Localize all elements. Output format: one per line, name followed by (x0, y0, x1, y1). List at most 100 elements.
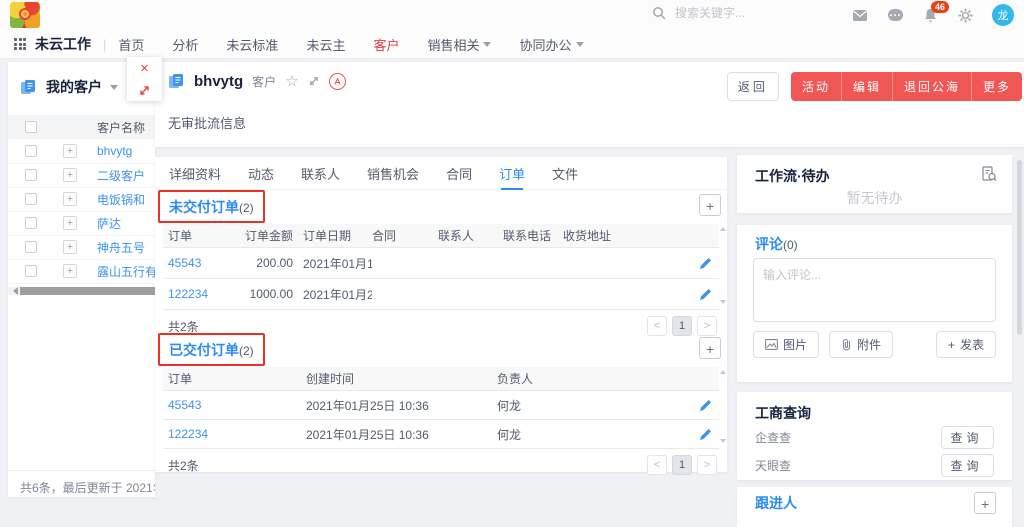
page-scrollbar[interactable] (1017, 160, 1022, 335)
expand-plus-icon[interactable]: + (63, 240, 77, 254)
customer-row[interactable]: + 二级客户 (8, 163, 155, 188)
nav-item-main[interactable]: 未云主 (306, 35, 345, 54)
nav-item-home[interactable]: 首页 (118, 35, 144, 54)
table-scrollbar[interactable] (719, 367, 726, 446)
workspace-title[interactable]: 未云工作 (35, 34, 91, 54)
customer-row[interactable]: + 电饭锅和 (8, 187, 155, 212)
row-checkbox[interactable] (25, 145, 37, 157)
seal-icon[interactable] (329, 73, 346, 90)
more-button[interactable]: 更多 (971, 72, 1022, 101)
close-icon[interactable]: × (140, 61, 149, 76)
customer-row[interactable]: + bhvytg (8, 139, 155, 164)
expand-plus-icon[interactable]: + (63, 264, 77, 278)
scroll-down-icon[interactable] (720, 439, 726, 446)
star-favorite-icon[interactable]: ☆ (285, 72, 298, 90)
comment-input[interactable] (753, 258, 996, 322)
scroll-up-icon[interactable] (720, 367, 726, 374)
nav-item-customers[interactable]: 客户 (373, 35, 399, 54)
next-page-button[interactable]: > (697, 455, 717, 475)
back-button[interactable]: 返回 (727, 72, 779, 101)
table-row[interactable]: 45543 2021年01月25日 10:36 何龙 (163, 391, 719, 420)
tab-files[interactable]: 文件 (552, 157, 578, 190)
mail-icon[interactable] (852, 7, 868, 23)
customer-row[interactable]: + 露山五行有限 (8, 259, 155, 284)
expand-plus-icon[interactable]: + (63, 216, 77, 230)
select-all-checkbox[interactable] (25, 121, 37, 133)
customer-row[interactable]: + 萨达 (8, 211, 155, 236)
tab-contacts[interactable]: 联系人 (301, 157, 340, 190)
edit-pencil-icon[interactable] (699, 257, 712, 270)
tab-profile[interactable]: 详细资料 (169, 157, 221, 190)
nav-item-standard[interactable]: 未云标准 (226, 35, 278, 54)
list-title[interactable]: 我的客户 (46, 77, 102, 97)
nav-item-analysis[interactable]: 分析 (172, 35, 198, 54)
chevron-down-icon[interactable] (110, 85, 118, 94)
return-to-pool-button[interactable]: 退回公海 (892, 72, 971, 101)
prev-page-button[interactable]: < (647, 455, 667, 475)
customer-link[interactable]: 露山五行有限 (97, 263, 155, 280)
current-page[interactable]: 1 (672, 316, 692, 336)
edit-button[interactable]: 编辑 (841, 72, 892, 101)
customer-link[interactable]: 电饭锅和 (97, 191, 145, 208)
app-logo[interactable] (10, 2, 40, 28)
order-link[interactable]: 122234 (163, 287, 231, 301)
row-checkbox[interactable] (25, 217, 37, 229)
order-link[interactable]: 45543 (163, 256, 231, 270)
expand-plus-icon[interactable]: + (63, 192, 77, 206)
row-checkbox[interactable] (25, 193, 37, 205)
scroll-up-icon[interactable] (720, 224, 726, 231)
global-search[interactable] (652, 5, 797, 21)
tab-contracts[interactable]: 合同 (446, 157, 472, 190)
apps-grid-icon[interactable] (14, 38, 26, 50)
expand-plus-icon[interactable]: + (63, 144, 77, 158)
customer-link[interactable]: 神舟五号 (97, 239, 145, 256)
row-checkbox[interactable] (25, 169, 37, 181)
table-row[interactable]: 122234 1000.00 2021年01月25日 (163, 279, 719, 310)
search-input[interactable] (673, 5, 797, 21)
customer-link[interactable]: 二级客户 (97, 167, 145, 184)
attachment-button[interactable]: 附件 (829, 331, 893, 358)
next-page-button[interactable]: > (697, 316, 717, 336)
activity-button[interactable]: 活动 (791, 72, 841, 101)
row-checkbox[interactable] (25, 241, 37, 253)
prev-page-button[interactable]: < (647, 316, 667, 336)
delivered-orders-table: 订单 创建时间 负责人 45543 2021年01月25日 10:36 何龙 1… (163, 367, 719, 478)
edit-pencil-icon[interactable] (699, 288, 712, 301)
edit-pencil-icon[interactable] (699, 399, 712, 412)
scrollbar-thumb[interactable] (20, 287, 155, 295)
user-avatar[interactable]: 龙 (992, 4, 1014, 26)
nav-item-collab[interactable]: 协同办公 (519, 35, 583, 54)
table-row[interactable]: 122234 2021年01月25日 10:36 何龙 (163, 420, 719, 449)
customer-link[interactable]: bhvytg (97, 144, 132, 158)
horizontal-scrollbar[interactable] (8, 287, 155, 295)
table-scrollbar[interactable] (719, 224, 726, 307)
scroll-down-icon[interactable] (720, 300, 726, 307)
qichacha-query-button[interactable]: 查询 (941, 426, 994, 449)
customer-row[interactable]: + 神舟五号 (8, 235, 155, 260)
add-undelivered-order-button[interactable]: + (699, 194, 721, 216)
scroll-left-icon[interactable] (9, 287, 18, 295)
table-row[interactable]: 45543 200.00 2021年01月12日 (163, 248, 719, 279)
order-link[interactable]: 122234 (163, 427, 306, 441)
add-delivered-order-button[interactable]: + (699, 337, 721, 359)
image-button[interactable]: 图片 (753, 331, 819, 358)
notification-bell-icon[interactable]: 46 (922, 7, 938, 23)
post-comment-button[interactable]: + 发表 (936, 331, 996, 358)
tab-activity[interactable]: 动态 (248, 157, 274, 190)
row-checkbox[interactable] (25, 265, 37, 277)
nav-item-sales[interactable]: 销售相关 (427, 35, 491, 54)
tianyancha-query-button[interactable]: 查询 (941, 454, 994, 477)
current-page[interactable]: 1 (672, 455, 692, 475)
edit-pencil-icon[interactable] (699, 428, 712, 441)
order-link[interactable]: 45543 (163, 398, 306, 412)
expand-arrows-icon[interactable] (138, 84, 151, 97)
expand-arrows-icon[interactable] (308, 75, 320, 87)
customer-link[interactable]: 萨达 (97, 215, 121, 232)
workflow-search-icon[interactable] (981, 166, 997, 182)
message-icon[interactable] (887, 7, 903, 23)
add-followup-button[interactable]: + (974, 492, 996, 514)
tab-opportunities[interactable]: 销售机会 (367, 157, 419, 190)
settings-gear-icon[interactable] (957, 7, 973, 23)
tab-orders[interactable]: 订单 (499, 157, 525, 190)
expand-plus-icon[interactable]: + (63, 168, 77, 182)
